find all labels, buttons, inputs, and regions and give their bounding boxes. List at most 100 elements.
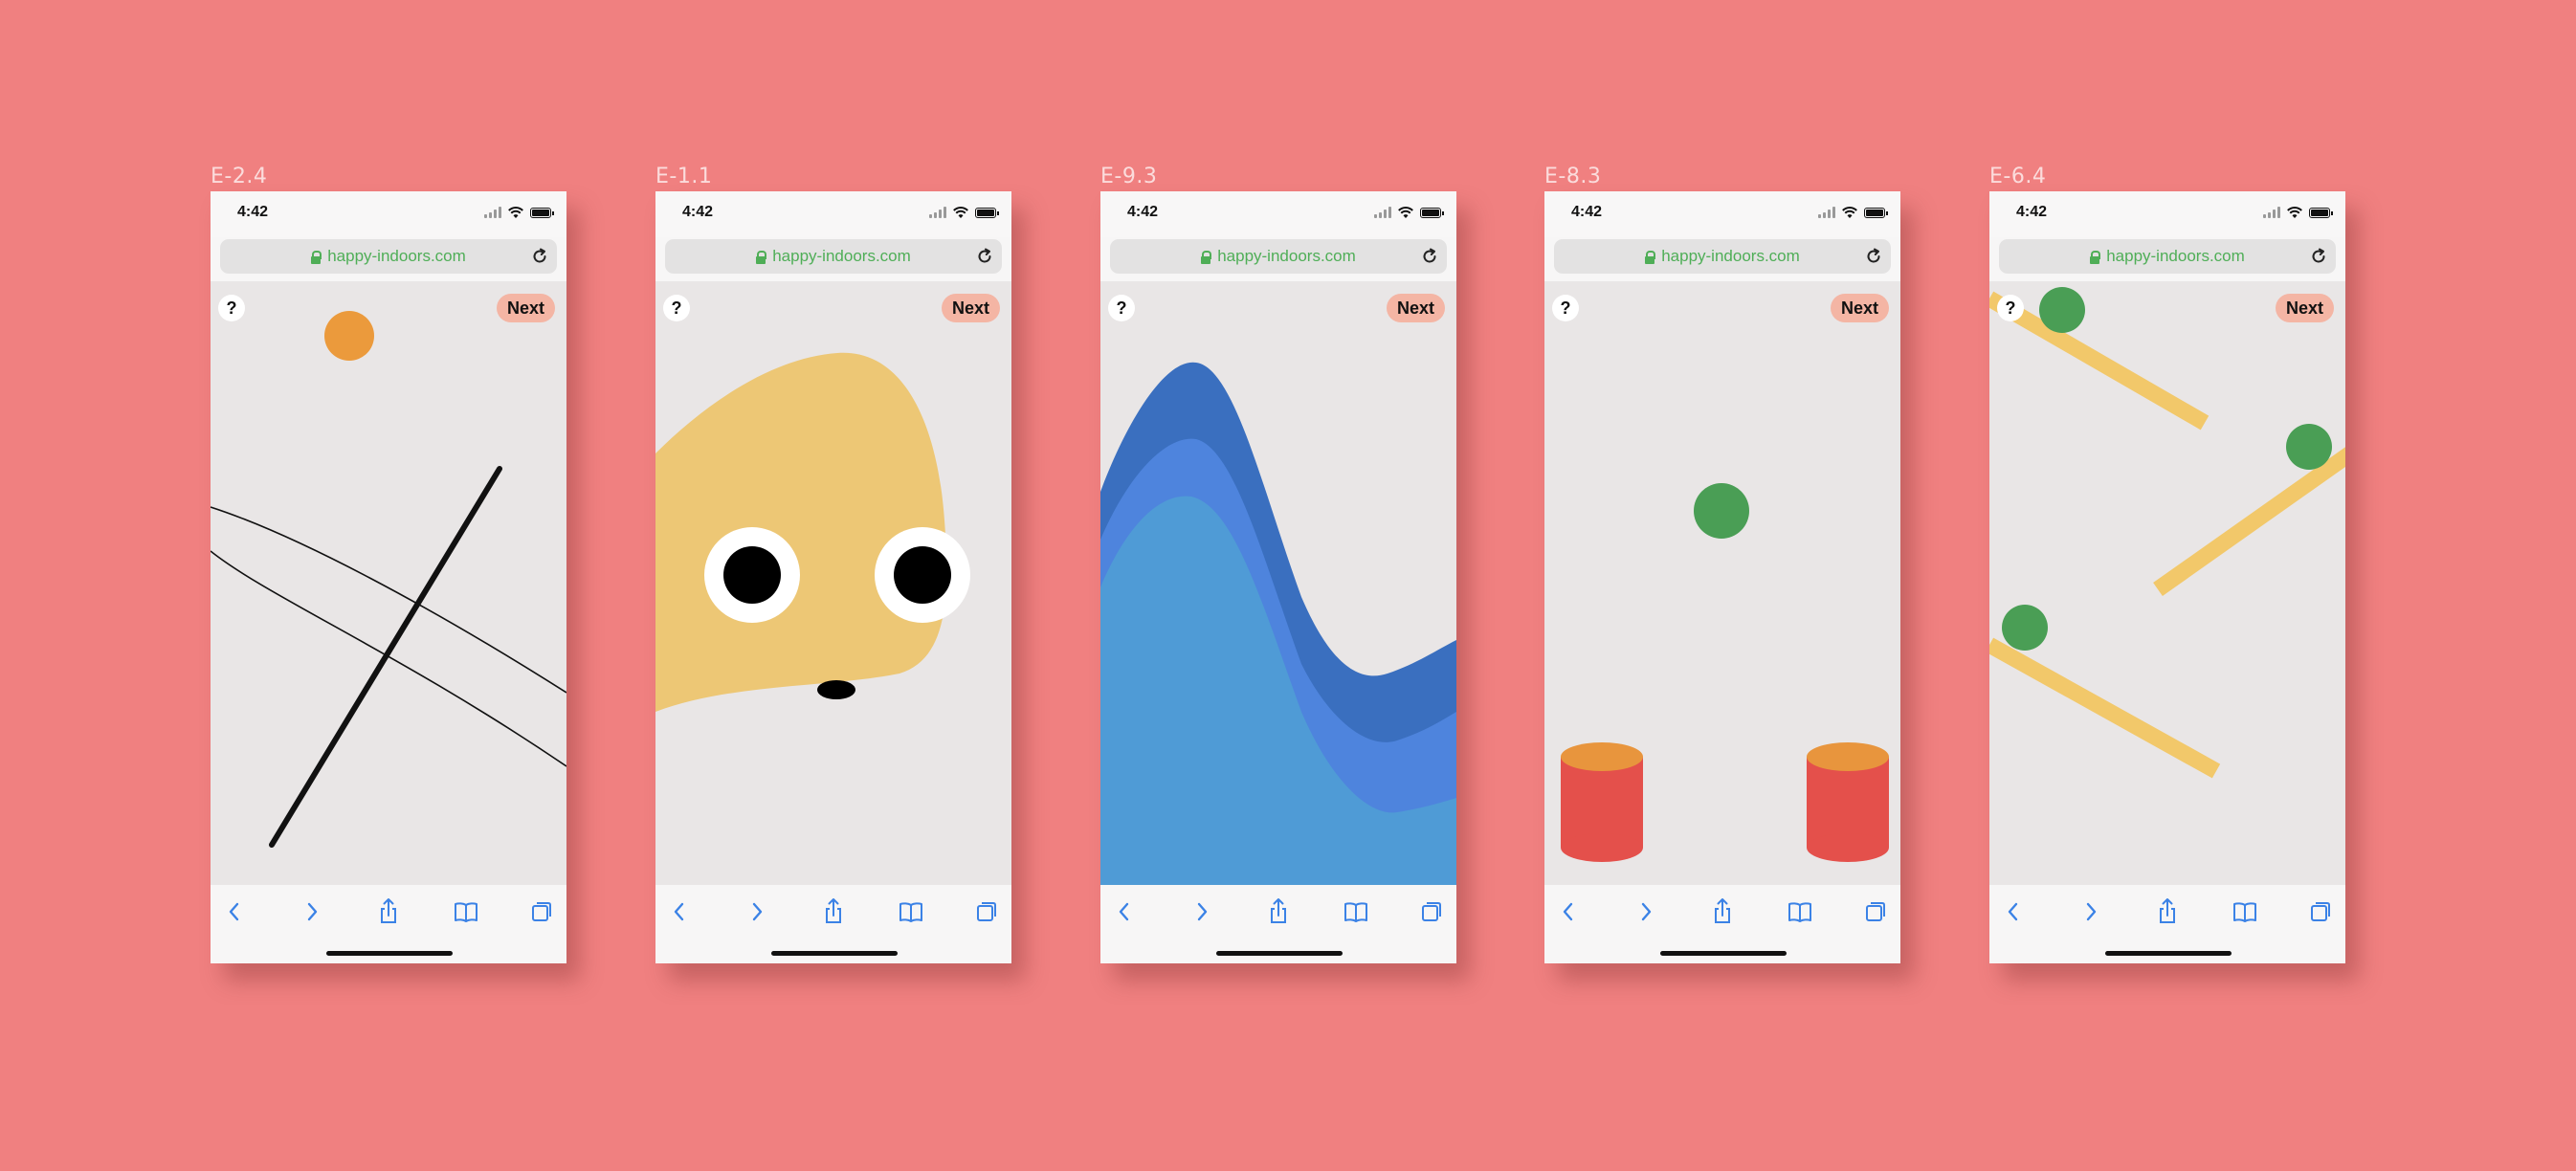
bookmarks-icon[interactable]	[897, 895, 925, 929]
exercise-label: E-8.3	[1544, 165, 1602, 188]
wifi-icon	[1398, 207, 1413, 218]
url-text: happy-indoors.com	[327, 247, 466, 265]
home-indicator	[1660, 951, 1787, 956]
next-button[interactable]: Next	[496, 294, 555, 322]
forward-icon[interactable]	[1632, 895, 1660, 929]
bookmarks-icon[interactable]	[1786, 895, 1814, 929]
reload-icon[interactable]	[975, 247, 994, 266]
status-icons	[1374, 205, 1444, 220]
forward-icon[interactable]	[1188, 895, 1216, 929]
ramp	[1989, 637, 2221, 779]
tabs-icon[interactable]	[1417, 895, 1446, 929]
address-bar[interactable]: happy-indoors.com	[665, 239, 1002, 274]
reload-icon[interactable]	[1864, 247, 1883, 266]
share-icon[interactable]	[374, 895, 403, 929]
address-bar[interactable]: happy-indoors.com	[1999, 239, 2336, 274]
home-indicator	[771, 951, 898, 956]
next-button[interactable]: Next	[941, 294, 1000, 322]
phone-screen: 4:42 happy-indoors.com ? Next	[1989, 191, 2345, 963]
web-content[interactable]: ? Next	[1100, 281, 1456, 885]
scene-waves	[1100, 362, 1456, 885]
left-cylinder	[1561, 742, 1643, 862]
ramp	[2153, 447, 2345, 596]
status-icons	[1818, 205, 1888, 220]
help-button[interactable]: ?	[1108, 295, 1135, 321]
battery-icon	[1864, 207, 1888, 218]
forward-icon[interactable]	[2076, 895, 2105, 929]
wifi-icon	[953, 207, 968, 218]
bookmarks-icon[interactable]	[452, 895, 480, 929]
share-icon[interactable]	[819, 895, 848, 929]
address-bar[interactable]: happy-indoors.com	[1554, 239, 1891, 274]
address-bar[interactable]: happy-indoors.com	[220, 239, 557, 274]
help-button[interactable]: ?	[1997, 295, 2024, 321]
reload-icon[interactable]	[530, 247, 549, 266]
phone-mockup: E-8.3 4:42 happy-indoors.com ? Next	[1544, 163, 1900, 963]
phone-screen: 4:42 happy-indoors.com ? Next	[211, 191, 566, 963]
bookmarks-icon[interactable]	[2231, 895, 2259, 929]
status-time: 4:42	[1571, 204, 1603, 220]
back-icon[interactable]	[220, 895, 249, 929]
lock-icon	[2090, 250, 2101, 264]
green-ball	[1694, 483, 1749, 539]
battery-icon	[530, 207, 554, 218]
status-time: 4:42	[1127, 204, 1159, 220]
next-button[interactable]: Next	[2275, 294, 2334, 322]
forward-icon[interactable]	[298, 895, 326, 929]
reload-icon[interactable]	[1420, 247, 1439, 266]
tabs-icon[interactable]	[1861, 895, 1890, 929]
back-icon[interactable]	[1554, 895, 1583, 929]
orange-ball	[324, 311, 374, 361]
lock-icon	[756, 250, 767, 264]
home-indicator	[326, 951, 453, 956]
forward-icon[interactable]	[743, 895, 771, 929]
phone-screen: 4:42 happy-indoors.com ? Next	[1100, 191, 1456, 963]
battery-icon	[975, 207, 999, 218]
home-indicator	[2105, 951, 2232, 956]
cellular-signal-icon	[484, 207, 501, 218]
exercise-label: E-2.4	[211, 165, 268, 188]
tabs-icon[interactable]	[972, 895, 1001, 929]
web-content[interactable]: ? Next	[1544, 281, 1900, 885]
share-icon[interactable]	[2153, 895, 2182, 929]
phone-mockup: E-9.3 4:42 happy-indoors.com ? Next	[1100, 163, 1456, 963]
url-text: happy-indoors.com	[772, 247, 911, 265]
share-icon[interactable]	[1264, 895, 1293, 929]
bookmarks-icon[interactable]	[1342, 895, 1370, 929]
ramp	[1989, 291, 2210, 431]
battery-icon	[2309, 207, 2333, 218]
web-content[interactable]: ? Next	[211, 281, 566, 885]
scene-lines	[211, 311, 566, 848]
lock-icon	[1645, 250, 1656, 264]
next-button[interactable]: Next	[1830, 294, 1889, 322]
status-time: 4:42	[2016, 204, 2048, 220]
address-bar[interactable]: happy-indoors.com	[1110, 239, 1447, 274]
browser-toolbar	[655, 885, 1011, 963]
help-button[interactable]: ?	[218, 295, 245, 321]
share-icon[interactable]	[1708, 895, 1737, 929]
status-time: 4:42	[682, 204, 714, 220]
tabs-icon[interactable]	[527, 895, 556, 929]
url-text: happy-indoors.com	[1217, 247, 1356, 265]
phone-screen: 4:42 happy-indoors.com ? Next	[655, 191, 1011, 963]
back-icon[interactable]	[1999, 895, 2028, 929]
status-bar: 4:42	[1100, 191, 1456, 237]
thick-line	[269, 466, 502, 848]
next-button[interactable]: Next	[1386, 294, 1445, 322]
back-icon[interactable]	[665, 895, 694, 929]
help-button[interactable]: ?	[663, 295, 690, 321]
web-content[interactable]: ? Next	[1989, 281, 2345, 885]
status-bar: 4:42	[655, 191, 1011, 237]
scene-ramps	[1989, 287, 2345, 779]
back-icon[interactable]	[1110, 895, 1139, 929]
exercise-label: E-1.1	[655, 165, 713, 188]
tabs-icon[interactable]	[2306, 895, 2335, 929]
web-content[interactable]: ? Next	[655, 281, 1011, 885]
lock-icon	[311, 250, 322, 264]
help-button[interactable]: ?	[1552, 295, 1579, 321]
nose	[817, 680, 855, 699]
scene-cylinders	[1561, 483, 1889, 862]
browser-toolbar	[1544, 885, 1900, 963]
reload-icon[interactable]	[2309, 247, 2328, 266]
left-pupil	[723, 546, 781, 604]
